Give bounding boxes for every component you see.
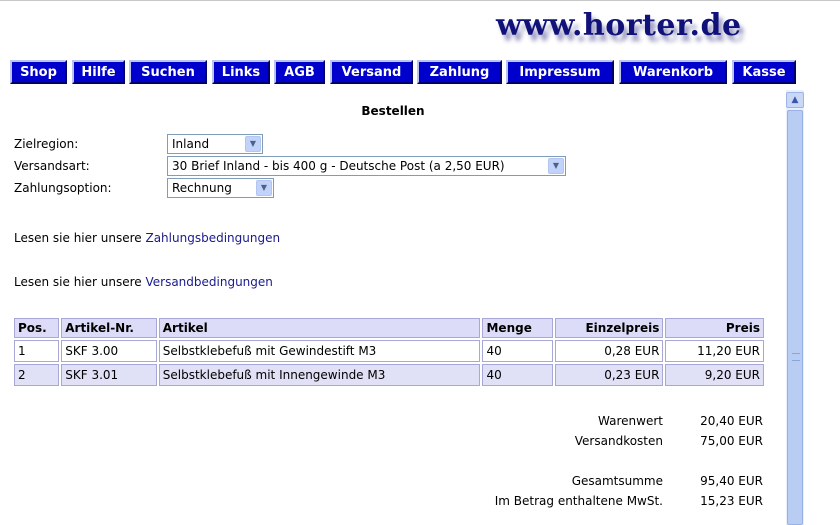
einzelpreis-cell: 0,28 EUR [554,340,664,362]
pos-cell: 1 [14,340,60,362]
menge-cell: 40 [482,364,553,386]
zahlungsbedingungen-link[interactable]: Zahlungsbedingungen [145,231,280,245]
nav-agb-button[interactable]: AGB [274,60,325,84]
zahlung-info: Lesen sie hier unsere Zahlungsbedingunge… [14,231,280,245]
zahlung-info-text: Lesen sie hier unsere [14,231,146,245]
top-border [0,0,840,1]
site-logo[interactable]: www.horter.de [496,8,742,43]
zahlungsoption-label: Zahlungsoption: [14,181,112,195]
mwst-value: 15,23 EUR [700,494,763,508]
versandbedingungen-link[interactable]: Versandbedingungen [145,275,272,289]
versandart-label: Versandsart: [14,159,90,173]
zielregion-value: Inland [172,137,210,151]
nav-impressum-button[interactable]: Impressum [506,60,614,84]
nav-warenkorb-button[interactable]: Warenkorb [619,60,727,84]
col-menge-header: Menge [482,318,553,338]
artikel-cell: Selbstklebefuß mit Gewindestift M3 [158,340,481,362]
zielregion-label: Zielregion: [14,137,79,151]
table-row: 1 SKF 3.00 Selbstklebefuß mit Gewindesti… [14,340,764,362]
nav-links-button[interactable]: Links [212,60,270,84]
preis-cell: 11,20 EUR [665,340,764,362]
gesamtsumme-value: 95,40 EUR [700,474,763,488]
scroll-grip-icon [792,353,800,361]
nav-kasse-button[interactable]: Kasse [732,60,796,84]
mwst-label: Im Betrag enthaltene MwSt. [494,494,663,508]
nav-hilfe-button[interactable]: Hilfe [72,60,125,84]
versandart-value: 30 Brief Inland - bis 400 g - Deutsche P… [172,159,505,173]
nav-versand-button[interactable]: Versand [330,60,413,84]
zielregion-select[interactable]: Inland ▼ [167,134,263,154]
col-pos-header: Pos. [14,318,60,338]
artikelnr-cell: SKF 3.00 [61,340,157,362]
chevron-down-icon[interactable]: ▼ [256,180,272,196]
order-content: Bestellen Zielregion: Inland ▼ Versandsa… [0,92,786,525]
nav-zahlung-button[interactable]: Zahlung [417,60,502,84]
nav-suchen-button[interactable]: Suchen [129,60,207,84]
preis-cell: 9,20 EUR [665,364,764,386]
warenwert-value: 20,40 EUR [700,414,763,428]
page-title: Bestellen [361,104,425,118]
versandkosten-label: Versandkosten [574,434,663,448]
gesamtsumme-label: Gesamtsumme [571,474,663,488]
col-artikel-header: Artikel [158,318,481,338]
einzelpreis-cell: 0,23 EUR [554,364,664,386]
nav-shop-button[interactable]: Shop [10,60,67,84]
chevron-down-icon[interactable]: ▼ [548,158,564,174]
table-row: 2 SKF 3.01 Selbstklebefuß mit Innengewin… [14,364,764,386]
table-header-row: Pos. Artikel-Nr. Artikel Menge Einzelpre… [14,318,764,338]
versandkosten-value: 75,00 EUR [700,434,763,448]
col-artikelnr-header: Artikel-Nr. [61,318,157,338]
artikelnr-cell: SKF 3.01 [61,364,157,386]
order-table: Pos. Artikel-Nr. Artikel Menge Einzelpre… [12,316,766,388]
zahlungsoption-select[interactable]: Rechnung ▼ [167,178,274,198]
artikel-cell: Selbstklebefuß mit Innengewinde M3 [158,364,481,386]
chevron-down-icon[interactable]: ▼ [245,136,261,152]
col-einzelpreis-header: Einzelpreis [554,318,664,338]
warenwert-label: Warenwert [598,414,663,428]
main-navigation: Shop Hilfe Suchen Links AGB Versand Zahl… [0,60,840,84]
zahlungsoption-value: Rechnung [172,181,232,195]
pos-cell: 2 [14,364,60,386]
scroll-up-icon[interactable]: ▲ [786,92,804,108]
vertical-scrollbar[interactable]: ▲ [786,90,804,525]
scroll-thumb[interactable] [787,110,803,525]
menge-cell: 40 [482,340,553,362]
versandart-select[interactable]: 30 Brief Inland - bis 400 g - Deutsche P… [167,156,566,176]
versand-info-text: Lesen sie hier unsere [14,275,146,289]
versand-info: Lesen sie hier unsere Versandbedingungen [14,275,273,289]
col-preis-header: Preis [665,318,764,338]
